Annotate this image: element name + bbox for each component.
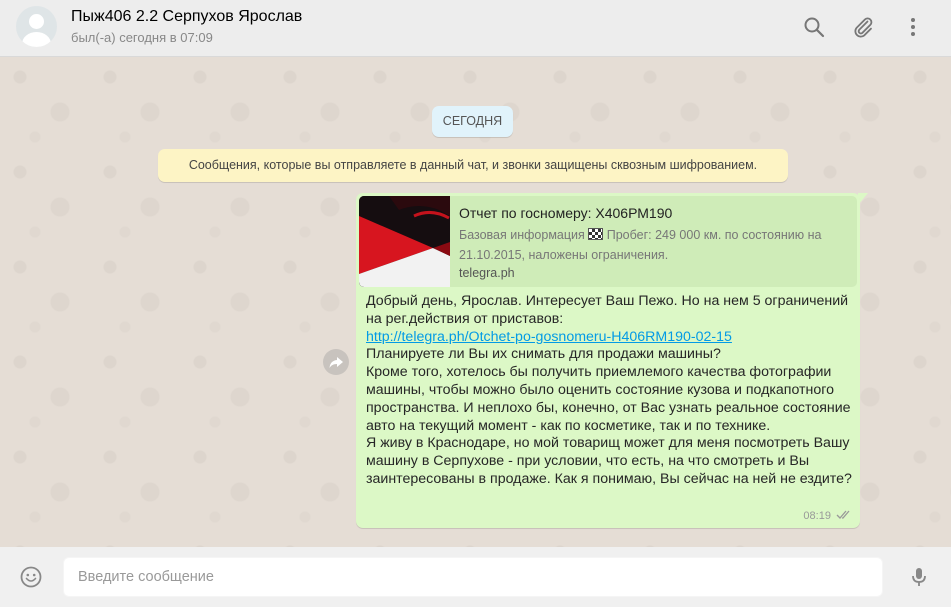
message-input-box[interactable] (63, 557, 883, 597)
forward-button[interactable] (323, 349, 349, 375)
message-line: Планируете ли Вы их снимать для продажи … (366, 346, 721, 363)
message-input[interactable] (64, 558, 882, 596)
avatar[interactable] (16, 6, 57, 47)
checkered-flag-icon (588, 228, 604, 240)
forward-icon (329, 357, 343, 368)
message-meta: 08:19 (803, 509, 852, 522)
search-icon[interactable] (802, 15, 826, 39)
chat-area: СЕГОДНЯ Сообщения, которые вы отправляет… (0, 57, 951, 547)
message-link[interactable]: http://telegra.ph/Otchet-po-gosnomeru-H4… (366, 329, 732, 345)
contact-name[interactable]: Пыж406 2.2 Серпухов Ярослав (71, 8, 302, 26)
link-preview-domain: telegra.ph (459, 266, 515, 280)
contact-status: был(-а) сегодня в 07:09 (71, 30, 213, 45)
avatar-head-shape (29, 14, 44, 29)
outgoing-message[interactable]: Отчет по госномеру: Х406РМ190 Базовая ин… (356, 193, 860, 528)
microphone-icon[interactable] (907, 565, 931, 589)
link-preview-thumbnail (359, 196, 450, 287)
emoji-icon[interactable] (19, 565, 43, 589)
avatar-body-shape (22, 32, 51, 47)
paperclip-icon[interactable] (851, 15, 875, 39)
double-check-icon (836, 510, 850, 519)
composer (0, 547, 951, 607)
encryption-notice[interactable]: Сообщения, которые вы отправляете в данн… (158, 149, 788, 182)
message-time: 08:19 (803, 510, 831, 522)
message-line: Я живу в Краснодаре, но мой товарищ може… (366, 435, 852, 487)
menu-icon[interactable] (901, 15, 925, 39)
message-line: Кроме того, хотелось бы получить приемле… (366, 364, 851, 434)
link-preview-description-start: Базовая информация (459, 228, 589, 242)
message-line: Добрый день, Ярослав. Интересует Ваш Пеж… (366, 293, 849, 327)
date-label: СЕГОДНЯ (432, 106, 513, 137)
link-preview-title: Отчет по госномеру: Х406РМ190 (459, 205, 673, 221)
link-preview-description: Базовая информация Пробег: 249 000 км. п… (459, 225, 844, 265)
message-text: Добрый день, Ярослав. Интересует Ваш Пеж… (366, 293, 856, 489)
link-preview[interactable]: Отчет по госномеру: Х406РМ190 Базовая ин… (359, 196, 857, 287)
chat-header: Пыж406 2.2 Серпухов Ярослав был(-а) сего… (0, 0, 951, 57)
